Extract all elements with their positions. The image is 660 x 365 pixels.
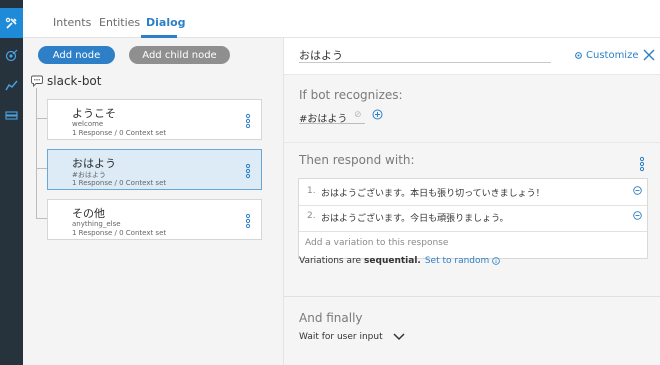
node-title: ようこそ [72,107,116,120]
node-meta: 1 Response / 0 Context set [72,129,167,137]
response-text[interactable]: おはようございます。今日も頑張りましょう。 [321,211,509,224]
trend-chart-icon [5,80,18,90]
variations-mode: sequential. [364,256,421,266]
tab-intents[interactable]: Intents [53,16,91,29]
add-child-node-button[interactable]: Add child node [129,46,230,64]
add-condition-icon[interactable] [372,109,383,120]
clear-condition-icon[interactable]: ⊘ [354,110,362,120]
info-icon[interactable] [492,257,501,265]
vertical-dots-icon [245,213,251,229]
variations-line: Variations are sequential. Set to random [299,256,501,266]
close-icon[interactable] [642,48,656,62]
tree-connector [36,218,47,219]
node-name-input[interactable]: おはよう [299,47,551,63]
response-list: 1. おはようございます。本日も張り切っていきましょう！ 2. おはようございま… [298,178,648,259]
node-menu-button[interactable] [245,163,251,179]
node-title: その他 [72,207,105,220]
dialog-node[interactable]: その他 anything_else 1 Response / 0 Context… [47,199,262,240]
chat-bubble-icon [31,75,43,87]
tab-entities[interactable]: Entities [99,16,140,29]
rail-deploy-button[interactable] [0,100,23,130]
rail-build-button[interactable] [0,8,23,38]
rail-analytics-button[interactable] [0,70,23,100]
tab-bar: Intents Entities Dialog [23,0,660,38]
node-condition: welcome [72,120,104,128]
node-menu-button[interactable] [245,113,251,129]
bot-root: slack-bot [31,74,101,88]
vertical-dots-icon[interactable] [639,156,645,172]
vertical-dots-icon [245,163,251,179]
tree-connector [36,168,47,169]
respond-title: Then respond with: [299,153,415,167]
response-number: 1. [307,186,316,196]
add-node-button[interactable]: Add node [38,46,115,64]
target-icon [5,49,18,61]
dialog-node-selected[interactable]: おはよう #おはよう 1 Response / 0 Context set [47,149,262,190]
finally-action-label: Wait for user input [299,332,383,342]
response-text[interactable]: おはようございます。本日も張り切っていきましょう！ [321,186,545,199]
customize-link[interactable]: Customize [574,50,639,61]
tab-dialog[interactable]: Dialog [146,16,186,29]
left-rail [0,0,23,365]
node-meta: 1 Response / 0 Context set [72,229,167,237]
chevron-down-icon [393,333,405,341]
recognizes-title: If bot recognizes: [299,88,403,102]
variations-prefix: Variations are [299,256,362,266]
bot-name: slack-bot [47,74,102,88]
gear-icon [575,52,582,59]
response-number: 2. [307,211,316,221]
app-window: Intents Entities Dialog Add node Add chi… [0,0,660,365]
node-title: おはよう [72,157,116,170]
node-meta: 1 Response / 0 Context set [72,179,167,187]
customize-label: Customize [586,50,639,61]
dialog-node[interactable]: ようこそ welcome 1 Response / 0 Context set [47,99,262,140]
finally-section [284,296,660,365]
set-random-link[interactable]: Set to random [425,256,489,266]
finally-title: And finally [299,311,363,325]
node-editor-panel: おはよう Customize If bot recognizes: #おはよう … [283,38,660,365]
remove-response-icon[interactable] [633,186,642,195]
add-variation-input[interactable]: Add a variation to this response [305,238,448,248]
node-menu-button[interactable] [245,213,251,229]
rail-improve-button[interactable] [0,40,23,70]
node-condition: anything_else [72,220,121,228]
wrench-icon [5,17,17,29]
vertical-dots-icon [245,113,251,129]
tree-connector [36,118,47,119]
divider [299,231,647,232]
divider [299,205,647,206]
dialog-tree-panel: Add node Add child node slack-bot ようこそ w… [23,38,283,365]
remove-response-icon[interactable] [633,211,642,220]
finally-action-select[interactable]: Wait for user input [299,332,405,342]
tree-connector [36,88,37,218]
server-icon [5,110,18,120]
